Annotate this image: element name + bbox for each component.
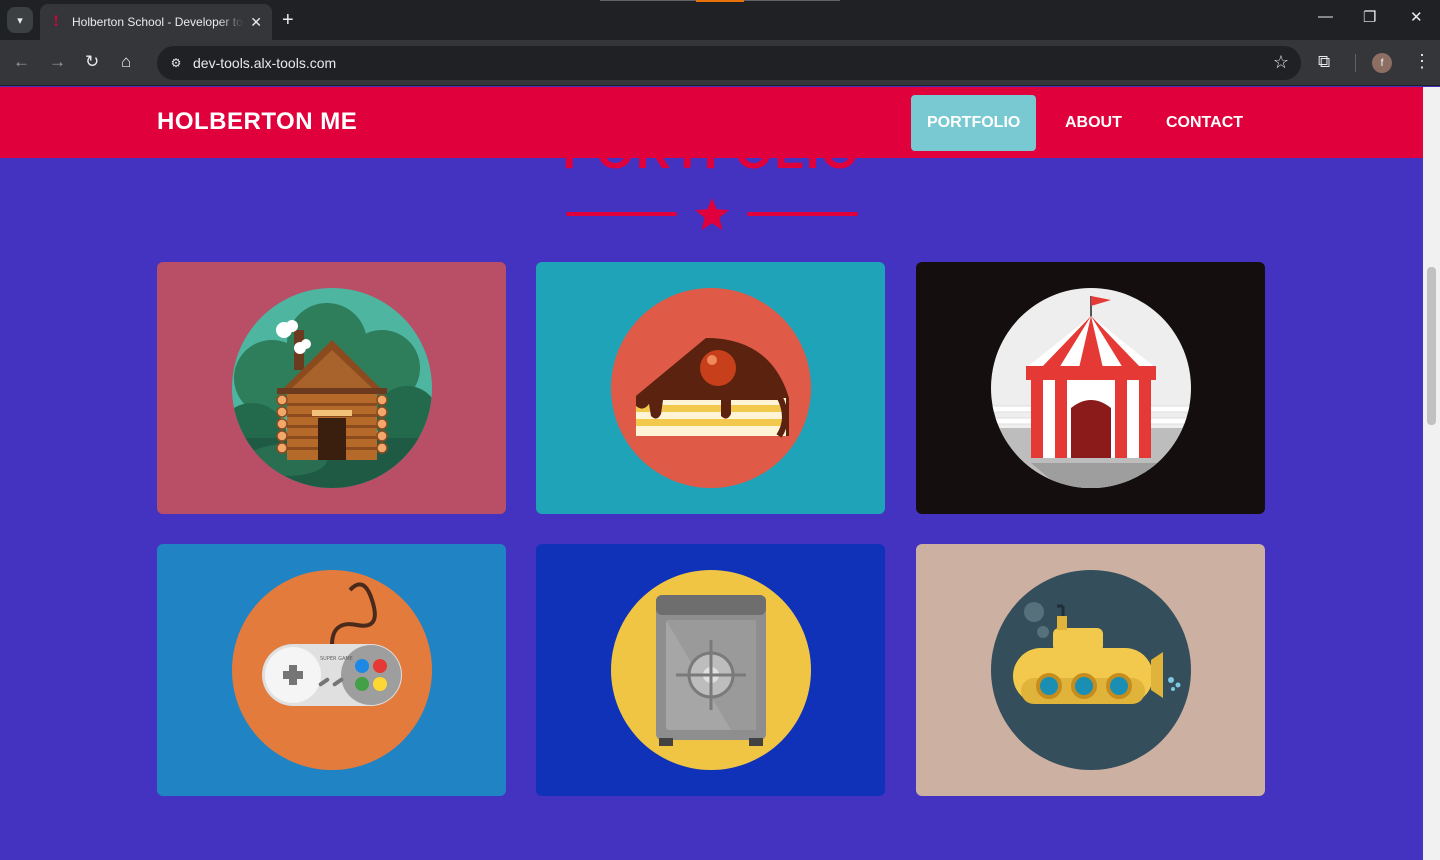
chevron-down-icon: ▾ <box>17 14 23 27</box>
address-bar[interactable]: ⚙ dev-tools.alx-tools.com ☆ <box>157 46 1301 80</box>
browser-tab[interactable]: ! Holberton School - Developer tools ✕ <box>40 4 272 40</box>
profile-avatar[interactable]: f <box>1372 53 1392 73</box>
url-text: dev-tools.alx-tools.com <box>193 55 337 71</box>
site-settings-icon[interactable]: ⚙ <box>167 54 185 72</box>
page-viewport: PORTFOLIO <box>0 87 1423 860</box>
scrollbar-thumb[interactable] <box>1427 267 1436 425</box>
title-divider <box>566 195 858 233</box>
tab-title: Holberton School - Developer tools <box>72 15 245 29</box>
portfolio-card[interactable] <box>536 262 885 514</box>
home-icon[interactable]: ⌂ <box>121 52 131 72</box>
reload-icon[interactable]: ↻ <box>85 52 99 72</box>
extensions-icon[interactable]: ⧉ <box>1318 52 1330 72</box>
cabin-icon <box>232 288 432 488</box>
browser-toolbar: ← → ↻ ⌂ ⚙ dev-tools.alx-tools.com ☆ <box>0 40 1440 86</box>
tab-search-button[interactable]: ▾ <box>7 7 33 33</box>
portfolio-card[interactable]: SUPER GAME <box>157 544 506 796</box>
restore-icon[interactable]: ❐ <box>1363 8 1376 26</box>
site-logo[interactable]: HOLBERTON ME <box>157 108 357 136</box>
circus-tent-icon <box>991 288 1191 488</box>
browser-menu-icon[interactable]: ⋮ <box>1413 51 1431 72</box>
submarine-icon <box>991 570 1191 770</box>
close-icon[interactable]: ✕ <box>1410 8 1423 26</box>
page-scrollbar[interactable] <box>1423 87 1440 860</box>
new-tab-button[interactable]: + <box>282 8 294 32</box>
controller-label: SUPER GAME <box>320 656 353 662</box>
portfolio-card[interactable] <box>916 262 1265 514</box>
tab-bar: ▾ ! Holberton School - Developer tools ✕… <box>0 0 1440 40</box>
game-controller-icon: SUPER GAME <box>232 570 432 770</box>
forward-icon[interactable]: → <box>49 52 66 72</box>
portfolio-card[interactable] <box>916 544 1265 796</box>
divider-line-right <box>747 212 858 216</box>
nav-about[interactable]: ABOUT <box>1049 95 1138 151</box>
minimize-icon[interactable]: — <box>1318 8 1333 25</box>
toolbar-separator <box>1355 54 1356 72</box>
cake-icon <box>611 288 811 488</box>
nav-contact[interactable]: CONTACT <box>1150 95 1259 151</box>
site-header: HOLBERTON ME PORTFOLIO ABOUT CONTACT <box>0 87 1423 158</box>
bookmark-star-icon[interactable]: ☆ <box>1273 52 1289 73</box>
divider-line-left <box>566 212 677 216</box>
portfolio-card[interactable] <box>157 262 506 514</box>
tab-close-icon[interactable]: ✕ <box>250 14 262 31</box>
favicon-icon: ! <box>53 13 59 30</box>
window-top-edge <box>600 0 840 2</box>
portfolio-card[interactable] <box>536 544 885 796</box>
star-icon <box>695 198 729 230</box>
safe-icon <box>611 570 811 770</box>
back-icon[interactable]: ← <box>13 52 30 72</box>
nav-portfolio[interactable]: PORTFOLIO <box>911 95 1037 151</box>
